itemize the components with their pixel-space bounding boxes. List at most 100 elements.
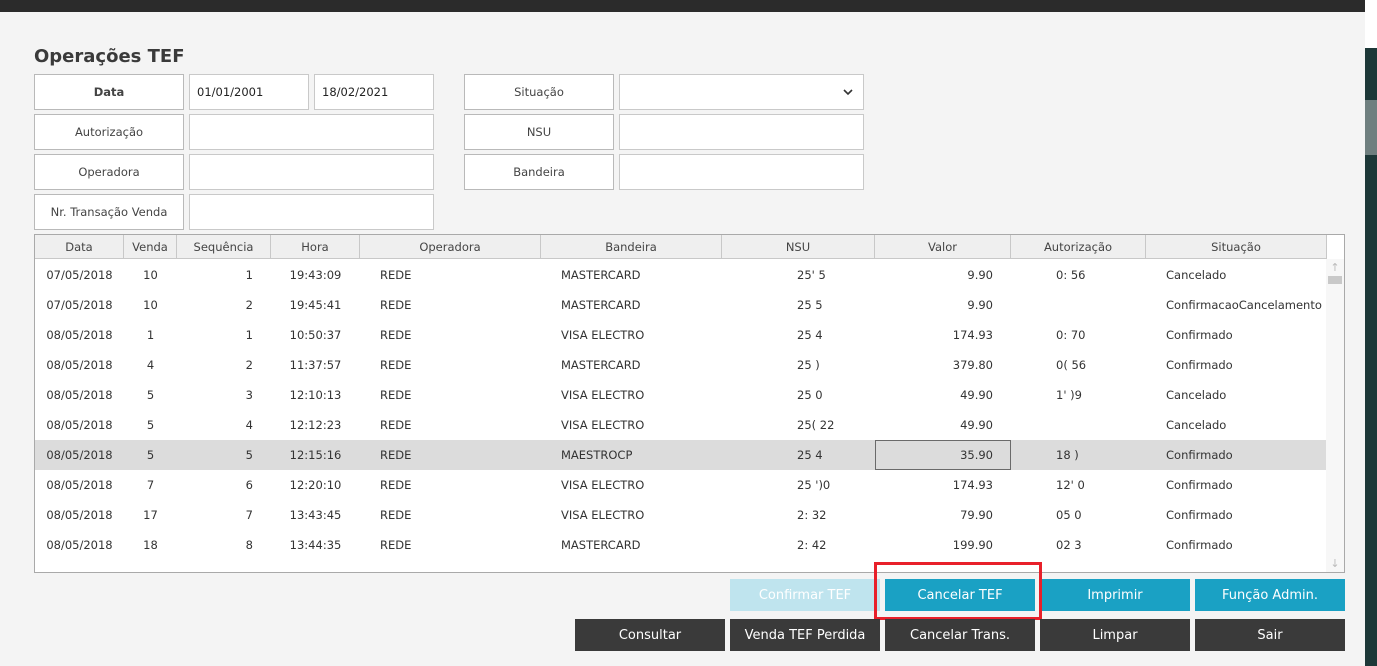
cell-valor[interactable]: 49.90 — [875, 380, 1011, 410]
cell-data[interactable]: 08/05/2018 — [35, 410, 124, 440]
cell-autorizacao[interactable]: 0( 56 — [1056, 350, 1146, 380]
funcao-admin-button[interactable]: Função Admin. — [1195, 579, 1345, 611]
cell-sequencia[interactable]: 5 — [177, 440, 271, 470]
table-row[interactable]: 07/05/2018 10 1 19:43:09 REDE MASTERCARD 25' 5… — [35, 260, 1327, 290]
cell-bandeira[interactable]: MASTERCARD — [561, 290, 722, 320]
cell-sequencia[interactable]: 8 — [177, 530, 271, 560]
cell-venda[interactable]: 7 — [124, 470, 177, 500]
cell-venda[interactable]: 10 — [124, 290, 177, 320]
cell-hora[interactable]: 19:45:41 — [271, 290, 360, 320]
cell-sequencia[interactable]: 2 — [177, 350, 271, 380]
cell-operadora[interactable]: REDE — [380, 320, 541, 350]
cell-operadora[interactable]: REDE — [380, 290, 541, 320]
cell-venda[interactable]: 5 — [124, 410, 177, 440]
cell-sequencia[interactable]: 7 — [177, 500, 271, 530]
col-header-venda[interactable]: Venda — [124, 235, 177, 259]
table-row[interactable]: 08/05/2018 5 5 12:15:16 REDE MAESTROCP 25 4 35.… — [35, 440, 1327, 470]
col-header-situacao[interactable]: Situação — [1146, 235, 1327, 259]
cell-operadora[interactable]: REDE — [380, 470, 541, 500]
cell-operadora[interactable]: REDE — [380, 380, 541, 410]
cell-data[interactable]: 08/05/2018 — [35, 530, 124, 560]
cell-autorizacao[interactable]: 18 ) — [1056, 440, 1146, 470]
arrow-down-icon[interactable]: ↓ — [1329, 557, 1341, 571]
venda-tef-perdida-button[interactable]: Venda TEF Perdida — [730, 619, 880, 651]
cell-situacao[interactable]: Confirmado — [1166, 350, 1327, 380]
cell-valor[interactable]: 79.90 — [875, 500, 1011, 530]
cell-sequencia[interactable]: 3 — [177, 380, 271, 410]
data-from-input[interactable]: 01/01/2001 — [189, 74, 309, 110]
cell-situacao[interactable]: Confirmado — [1166, 320, 1327, 350]
table-scrollbar[interactable]: ↑ ↓ — [1326, 259, 1344, 572]
cell-venda[interactable]: 10 — [124, 260, 177, 290]
cell-valor[interactable]: 9.90 — [875, 260, 1011, 290]
cell-venda[interactable]: 1 — [124, 320, 177, 350]
cell-valor[interactable]: 49.90 — [875, 410, 1011, 440]
cell-sequencia[interactable]: 1 — [177, 260, 271, 290]
cell-data[interactable]: 08/05/2018 — [35, 440, 124, 470]
col-header-valor[interactable]: Valor — [875, 235, 1011, 259]
imprimir-button[interactable]: Imprimir — [1040, 579, 1190, 611]
table-row[interactable]: 08/05/2018 5 4 12:12:23 REDE VISA ELECTRO 25( … — [35, 410, 1327, 440]
nsu-input[interactable] — [619, 114, 864, 150]
col-header-data[interactable]: Data — [35, 235, 124, 259]
confirmar-tef-button[interactable]: Confirmar TEF — [730, 579, 880, 611]
cell-operadora[interactable]: REDE — [380, 440, 541, 470]
cell-autorizacao[interactable] — [1056, 410, 1146, 440]
cell-situacao[interactable]: Confirmado — [1166, 500, 1327, 530]
cell-bandeira[interactable]: MASTERCARD — [561, 260, 722, 290]
cell-venda[interactable]: 5 — [124, 440, 177, 470]
cell-situacao[interactable]: Cancelado — [1166, 410, 1327, 440]
col-header-operadora[interactable]: Operadora — [360, 235, 541, 259]
cell-autorizacao[interactable]: 0: 56 — [1056, 260, 1146, 290]
cell-bandeira[interactable]: VISA ELECTRO — [561, 470, 722, 500]
cell-operadora[interactable]: REDE — [380, 410, 541, 440]
cell-hora[interactable]: 13:43:45 — [271, 500, 360, 530]
scrollbar-thumb[interactable] — [1328, 276, 1342, 284]
nr-transacao-input[interactable] — [189, 194, 434, 230]
table-row[interactable]: 07/05/2018 10 2 19:45:41 REDE MASTERCARD 25 59… — [35, 290, 1327, 320]
cell-bandeira[interactable]: VISA ELECTRO — [561, 500, 722, 530]
cell-situacao[interactable]: Confirmado — [1166, 440, 1327, 470]
side-scroll-thumb[interactable] — [1365, 100, 1377, 155]
table-row[interactable]: 08/05/2018 5 3 12:10:13 REDE VISA ELECTRO 25 0… — [35, 380, 1327, 410]
cell-nsu[interactable]: 25' 5 — [797, 260, 875, 290]
cell-nsu[interactable]: 25( 22 — [797, 410, 875, 440]
bandeira-input[interactable] — [619, 154, 864, 190]
cell-nsu[interactable]: 25 4 — [797, 320, 875, 350]
data-to-input[interactable]: 18/02/2021 — [314, 74, 434, 110]
cell-bandeira[interactable]: MASTERCARD — [561, 530, 722, 560]
cell-hora[interactable]: 12:15:16 — [271, 440, 360, 470]
col-header-sequencia[interactable]: Sequência — [177, 235, 271, 259]
cell-venda[interactable]: 17 — [124, 500, 177, 530]
cell-bandeira[interactable]: VISA ELECTRO — [561, 320, 722, 350]
cell-autorizacao[interactable]: 05 0 — [1056, 500, 1146, 530]
col-header-bandeira[interactable]: Bandeira — [541, 235, 722, 259]
table-row[interactable]: 08/05/2018 4 2 11:37:57 REDE MASTERCARD 25 ) 37… — [35, 350, 1327, 380]
cell-nsu[interactable]: 25 ) — [797, 350, 875, 380]
cell-autorizacao[interactable]: 0: 70 — [1056, 320, 1146, 350]
table-row[interactable]: 08/05/2018 7 6 12:20:10 REDE VISA ELECTRO 25 '… — [35, 470, 1327, 500]
cell-bandeira[interactable]: MAESTROCP — [561, 440, 722, 470]
sair-button[interactable]: Sair — [1195, 619, 1345, 651]
cell-autorizacao[interactable]: 12' 0 — [1056, 470, 1146, 500]
situacao-select[interactable] — [619, 74, 864, 110]
col-header-nsu[interactable]: NSU — [722, 235, 875, 259]
cell-data[interactable]: 08/05/2018 — [35, 380, 124, 410]
cell-data[interactable]: 07/05/2018 — [35, 290, 124, 320]
cell-nsu[interactable]: 25 5 — [797, 290, 875, 320]
cell-bandeira[interactable]: VISA ELECTRO — [561, 410, 722, 440]
cell-situacao[interactable]: Confirmado — [1166, 470, 1327, 500]
cell-data[interactable]: 08/05/2018 — [35, 320, 124, 350]
cell-venda[interactable]: 4 — [124, 350, 177, 380]
cell-situacao[interactable]: Cancelado — [1166, 260, 1327, 290]
cell-valor[interactable]: 9.90 — [875, 290, 1011, 320]
col-header-autorizacao[interactable]: Autorização — [1011, 235, 1146, 259]
table-row[interactable]: 08/05/2018 1 1 10:50:37 REDE VISA ELECTRO 25 4… — [35, 320, 1327, 350]
cell-valor[interactable]: 35.90 — [875, 440, 1011, 470]
cell-valor[interactable]: 379.80 — [875, 350, 1011, 380]
table-row[interactable]: 08/05/2018 17 7 13:43:45 REDE VISA ELECTRO 2: … — [35, 500, 1327, 530]
cell-situacao[interactable]: Confirmado — [1166, 530, 1327, 560]
cell-autorizacao[interactable]: 1' )9 — [1056, 380, 1146, 410]
cell-bandeira[interactable]: VISA ELECTRO — [561, 380, 722, 410]
cell-data[interactable]: 08/05/2018 — [35, 500, 124, 530]
